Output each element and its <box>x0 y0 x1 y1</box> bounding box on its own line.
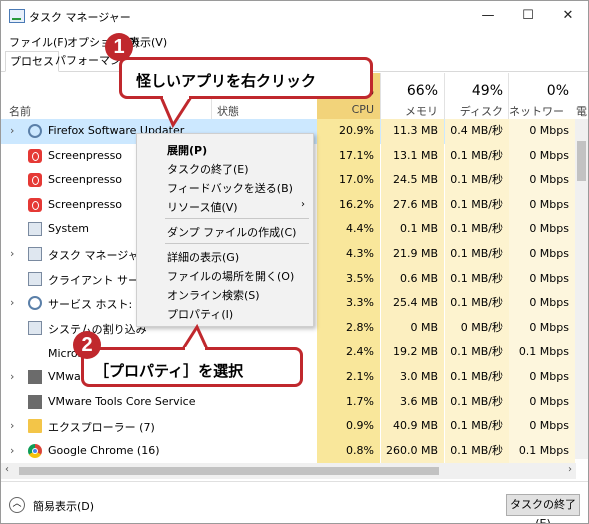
task-manager-window: タスク マネージャー — ☐ ✕ ファイル(F) オプション(O) 表示(V) … <box>0 0 589 524</box>
callout-2-pointer <box>180 323 210 351</box>
step-1-badge: 1 <box>105 33 133 61</box>
callout-2-text: ［プロパティ］を選択 <box>94 362 244 380</box>
callout-1-text: 怪しいアプリを右クリック <box>136 72 317 90</box>
callout-1-pointer <box>158 95 194 129</box>
callout-2: ［プロパティ］を選択 <box>81 347 303 387</box>
callout-1-joint <box>163 93 189 99</box>
callout-1: 怪しいアプリを右クリック <box>119 57 373 99</box>
callout-2-joint <box>185 347 205 352</box>
step-2-badge: 2 <box>73 331 101 359</box>
